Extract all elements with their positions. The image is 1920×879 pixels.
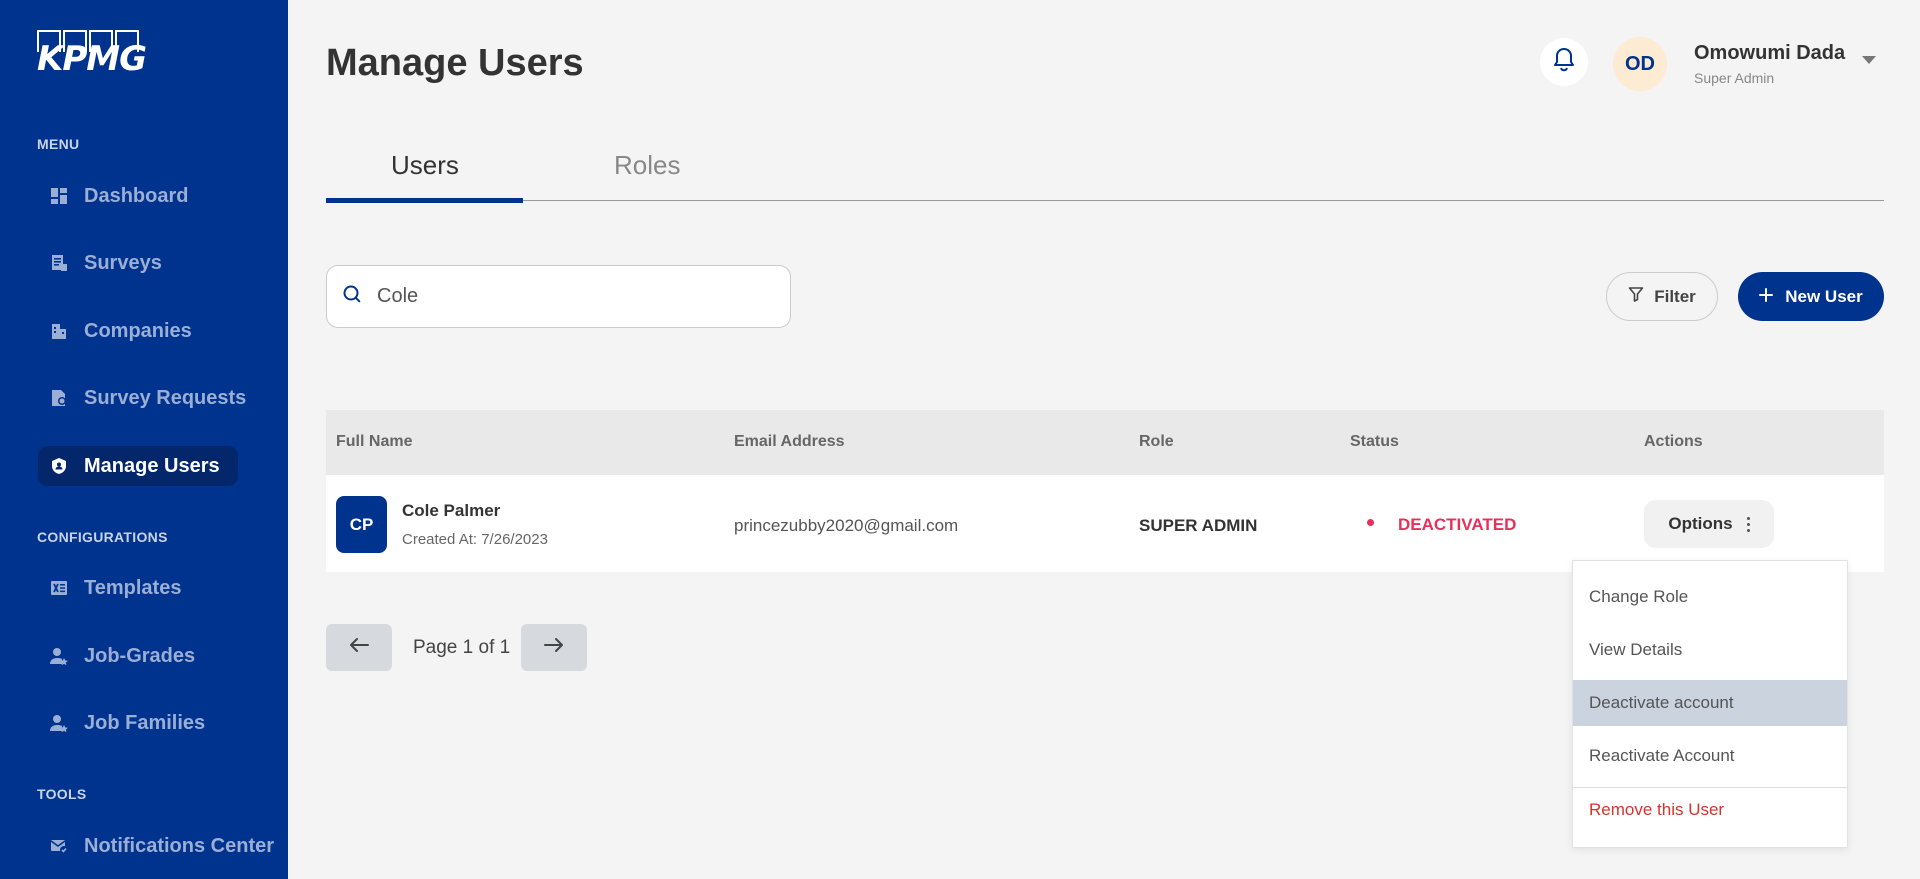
survey-icon <box>50 254 68 272</box>
new-user-button[interactable]: New User <box>1738 272 1884 321</box>
user-full-name: Cole Palmer <box>402 501 501 520</box>
user-created-at: Created At: 7/26/2023 <box>402 531 548 548</box>
options-button[interactable]: Options <box>1644 500 1774 548</box>
mail-check-icon <box>50 837 68 855</box>
table-row: CP Cole Palmer Created At: 7/26/2023 pri… <box>326 475 1884 572</box>
filter-button[interactable]: Filter <box>1606 272 1718 321</box>
tab-users[interactable]: Users <box>391 150 459 181</box>
user-star-icon <box>50 647 68 665</box>
next-page-button[interactable] <box>521 624 587 671</box>
dashboard-icon <box>50 187 68 205</box>
menu-item-deactivate-account[interactable]: Deactivate account <box>1573 680 1847 726</box>
table-header: Full Name Email Address Role Status Acti… <box>326 410 1884 475</box>
user-avatar: CP <box>336 496 387 553</box>
options-menu: Change Role View Details Deactivate acco… <box>1572 560 1848 848</box>
tabs-divider <box>326 200 1884 201</box>
search-icon <box>342 284 362 309</box>
options-label: Options <box>1668 514 1733 533</box>
sidebar-item-companies[interactable]: Companies <box>38 311 210 351</box>
user-role-value: SUPER ADMIN <box>1139 516 1258 535</box>
sidebar-item-label: Job Families <box>84 711 206 734</box>
page-title: Manage Users <box>326 42 584 84</box>
request-icon <box>50 389 68 407</box>
section-label-configurations: CONFIGURATIONS <box>37 529 168 545</box>
sidebar-item-label: Survey Requests <box>84 386 247 409</box>
user-name[interactable]: Omowumi Dada <box>1694 42 1845 65</box>
menu-item-view-details[interactable]: View Details <box>1573 627 1847 673</box>
user-star-icon <box>50 714 68 732</box>
filter-icon <box>1628 286 1644 307</box>
bell-icon <box>1552 47 1576 78</box>
arrow-right-icon <box>544 637 564 658</box>
new-user-label: New User <box>1785 286 1863 306</box>
sidebar-item-label: Job-Grades <box>84 644 196 667</box>
avatar[interactable]: OD <box>1613 37 1667 91</box>
sidebar-item-survey-requests[interactable]: Survey Requests <box>38 378 264 418</box>
filter-label: Filter <box>1654 286 1696 306</box>
more-vertical-icon <box>1746 516 1750 532</box>
chevron-down-icon[interactable] <box>1862 56 1876 64</box>
search-box[interactable] <box>326 265 791 328</box>
section-label-tools: TOOLS <box>37 786 87 802</box>
sidebar-item-surveys[interactable]: Surveys <box>38 243 180 283</box>
sidebar-item-notifications-center[interactable]: Notifications Center <box>38 826 292 866</box>
column-header-email[interactable]: Email Address <box>734 433 845 451</box>
sidebar-item-label: Manage Users <box>84 454 220 477</box>
user-role: Super Admin <box>1694 70 1775 86</box>
sidebar-item-label: Companies <box>84 319 192 342</box>
active-tab-indicator <box>326 198 523 203</box>
column-header-full-name[interactable]: Full Name <box>336 433 412 451</box>
status-dot <box>1367 519 1374 526</box>
building-icon <box>50 322 68 340</box>
menu-item-remove-user[interactable]: Remove this User <box>1573 787 1847 833</box>
sidebar: KPMG MENU Dashboard Surveys Companies Su… <box>0 0 288 879</box>
notifications-button[interactable] <box>1540 38 1588 86</box>
shield-user-icon <box>50 457 68 475</box>
excel-icon <box>50 579 68 597</box>
section-label-menu: MENU <box>37 136 80 152</box>
sidebar-item-job-grades[interactable]: Job-Grades <box>38 636 213 676</box>
column-header-actions: Actions <box>1644 433 1703 450</box>
previous-page-button[interactable] <box>326 624 392 671</box>
kpmg-logo[interactable]: KPMG <box>37 30 147 84</box>
page-indicator: Page 1 of 1 <box>413 637 511 658</box>
logo-text: KPMG <box>37 39 147 79</box>
sidebar-item-dashboard[interactable]: Dashboard <box>38 176 206 216</box>
tab-roles[interactable]: Roles <box>614 150 680 181</box>
plus-icon <box>1759 287 1774 307</box>
menu-item-reactivate-account[interactable]: Reactivate Account <box>1573 733 1847 779</box>
column-header-status[interactable]: Status <box>1350 433 1399 451</box>
arrow-left-icon <box>349 637 369 658</box>
column-header-role[interactable]: Role <box>1139 433 1174 451</box>
sidebar-item-label: Surveys <box>84 251 162 274</box>
sidebar-item-templates[interactable]: Templates <box>38 568 199 608</box>
sidebar-item-manage-users[interactable]: Manage Users <box>38 446 238 486</box>
sidebar-item-label: Notifications Center <box>84 834 275 857</box>
menu-item-change-role[interactable]: Change Role <box>1573 574 1847 620</box>
sidebar-item-label: Dashboard <box>84 184 189 207</box>
search-input[interactable] <box>377 285 777 308</box>
sidebar-item-job-families[interactable]: Job Families <box>38 703 223 743</box>
user-email: princezubby2020@gmail.com <box>734 516 959 535</box>
status-badge: DEACTIVATED <box>1398 515 1517 534</box>
sidebar-item-label: Templates <box>84 576 182 599</box>
